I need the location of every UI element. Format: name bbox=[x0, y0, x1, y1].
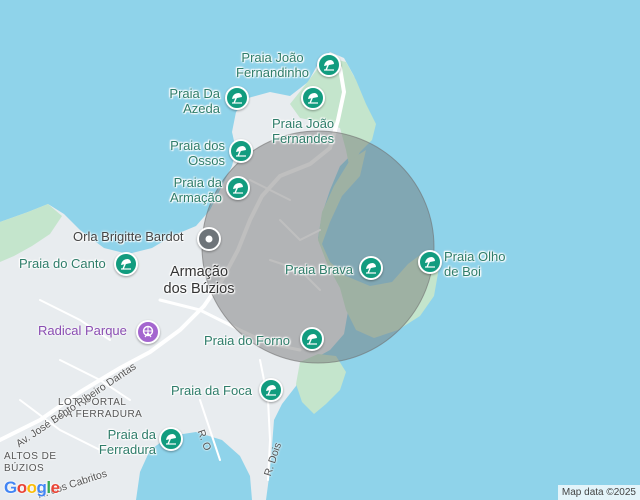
beach-pin-do-canto[interactable] bbox=[114, 252, 138, 276]
pin-orla-brigitte-bardot[interactable] bbox=[197, 227, 221, 251]
beach-pin-joao-fernandinho[interactable] bbox=[317, 53, 341, 77]
umbrella-icon bbox=[266, 385, 276, 396]
umbrella-icon bbox=[166, 434, 176, 445]
map-data-credit[interactable]: Map data ©2025 bbox=[557, 485, 640, 500]
umbrella-icon bbox=[308, 93, 318, 104]
beach-pin-dos-ossos[interactable] bbox=[229, 139, 253, 163]
beach-pin-olho-de-boi[interactable] bbox=[418, 250, 442, 274]
google-logo[interactable]: Google bbox=[4, 478, 60, 498]
umbrella-icon bbox=[366, 263, 376, 274]
label-praia-joao-fernandes[interactable]: Praia João Fernandes bbox=[272, 116, 334, 146]
map-canvas[interactable]: Praia João Fernandinho Praia Da Azeda Prai… bbox=[0, 0, 640, 500]
beach-pin-da-azeda[interactable] bbox=[225, 86, 249, 110]
amusement-park-icon bbox=[142, 325, 154, 338]
beach-pin-do-forno[interactable] bbox=[300, 327, 324, 351]
neighborhood-altos-de-buzios: ALTOS DE BÚZIOS bbox=[4, 451, 57, 474]
beach-pin-brava[interactable] bbox=[359, 256, 383, 280]
town-label-armacao-dos-buzios: Armação dos Búzios bbox=[163, 264, 235, 297]
label-praia-olho-de-boi[interactable]: Praia Olho de Boi bbox=[444, 249, 505, 279]
umbrella-icon bbox=[307, 334, 317, 345]
label-praia-da-ferradura[interactable]: Praia da Ferradura bbox=[90, 427, 156, 457]
label-radical-parque[interactable]: Radical Parque bbox=[38, 323, 127, 338]
label-praia-do-forno[interactable]: Praia do Forno bbox=[204, 333, 290, 348]
location-dot-icon bbox=[205, 235, 213, 243]
label-praia-da-armacao[interactable]: Praia da Armação bbox=[150, 175, 222, 205]
beach-pin-joao-fernandes[interactable] bbox=[301, 86, 325, 110]
umbrella-icon bbox=[236, 146, 246, 157]
label-praia-brava[interactable]: Praia Brava bbox=[285, 262, 353, 277]
label-orla-brigitte-bardot[interactable]: Orla Brigitte Bardot bbox=[73, 229, 184, 244]
umbrella-icon bbox=[324, 60, 334, 71]
beach-pin-da-ferradura[interactable] bbox=[159, 427, 183, 451]
pin-radical-parque[interactable] bbox=[136, 320, 160, 344]
umbrella-icon bbox=[425, 257, 435, 268]
map-base bbox=[0, 0, 640, 500]
umbrella-icon bbox=[121, 259, 131, 270]
label-praia-da-foca[interactable]: Praia da Foca bbox=[171, 383, 252, 398]
label-praia-da-azeda[interactable]: Praia Da Azeda bbox=[150, 86, 220, 116]
label-praia-joao-fernandinho[interactable]: Praia João Fernandinho bbox=[236, 50, 309, 80]
beach-pin-da-armacao[interactable] bbox=[226, 176, 250, 200]
umbrella-icon bbox=[233, 183, 243, 194]
label-praia-do-canto[interactable]: Praia do Canto bbox=[19, 256, 106, 271]
label-praia-dos-ossos[interactable]: Praia dos Ossos bbox=[150, 138, 225, 168]
beach-pin-da-foca[interactable] bbox=[259, 378, 283, 402]
umbrella-icon bbox=[232, 93, 242, 104]
